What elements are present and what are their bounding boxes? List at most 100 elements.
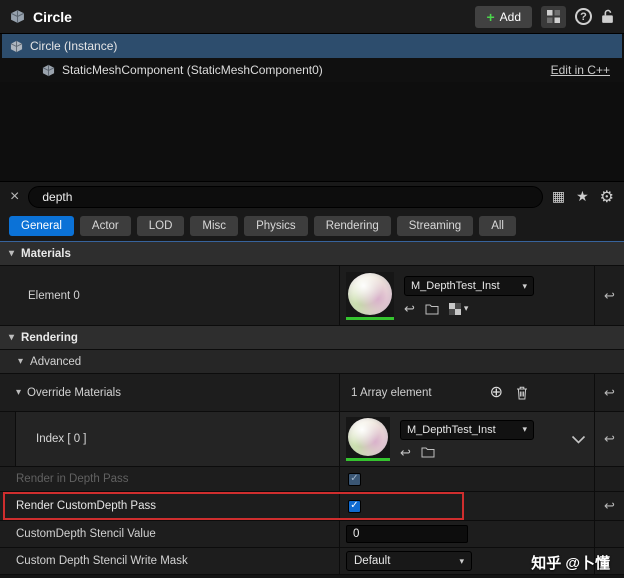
rendering-header-label: Rendering [21,331,78,344]
write-mask-label: Custom Depth Stencil Write Mask [16,555,188,567]
tab-lod[interactable]: LOD [136,216,185,236]
lock-icon[interactable] [601,9,614,24]
reset-to-default-icon[interactable]: ↩ [604,288,615,304]
array-element-count: 1 Array element [351,386,432,399]
tab-all[interactable]: All [479,216,516,236]
tab-streaming[interactable]: Streaming [396,216,474,236]
chevron-down-icon: ▾ [522,280,527,291]
write-mask-selected-value: Default [354,555,391,567]
material-element-row: Element 0 M_DepthTest_Inst ▾ ↩ ▾ ↩ [0,266,624,326]
asset-action-icons: ↩ [400,446,534,459]
advanced-subheader[interactable]: ▾ Advanced [0,350,624,374]
help-icon: ? [580,10,587,23]
render-customdepth-pass-row: Render CustomDepth Pass ✓ ↩ [0,492,624,521]
asset-column: M_DepthTest_Inst ▾ ↩ ▾ [404,276,534,315]
label-cell: CustomDepth Stencil Value [0,521,340,547]
override-materials-row: ▾ Override Materials 1 Array element ⊕ ↩ [0,374,624,412]
material-asset-dropdown[interactable]: M_DepthTest_Inst ▾ [404,276,534,296]
chevron-down-icon: ▾ [9,248,15,259]
indent-guide [0,412,16,466]
advanced-label: Advanced [30,355,82,368]
render-in-depth-pass-checkbox: ✓ [348,472,361,486]
clear-search-icon[interactable]: × [10,188,19,205]
reset-to-default-icon[interactable]: ↩ [604,385,615,401]
value-cell: M_DepthTest_Inst ▾ ↩ [340,412,595,466]
check-icon: ✓ [350,473,359,484]
element-label: Element 0 [28,289,80,302]
tree-row-staticmesh-component[interactable]: StaticMeshComponent (StaticMeshComponent… [2,58,622,82]
search-input[interactable] [28,185,543,208]
index-label: Index [ 0 ] [36,433,87,445]
reset-cell: ↩ [595,374,624,411]
tree-child-label: StaticMeshComponent (StaticMeshComponent… [62,63,323,77]
section-header-materials[interactable]: ▾ Materials [0,242,624,266]
chevron-down-icon: ▾ [522,424,527,434]
tab-actor[interactable]: Actor [79,216,131,236]
override-materials-label: Override Materials [27,386,121,399]
component-tree: Circle (Instance) StaticMeshComponent (S… [0,34,624,181]
title-bar-actions: + Add ? [475,5,614,28]
stencil-value-input[interactable] [346,525,468,543]
actor-icon [10,9,25,24]
mesh-icon [42,64,55,77]
details-list: ▾ Materials Element 0 M_DepthTest_Inst ▾ [0,241,624,575]
material-thumbnail[interactable] [346,417,390,461]
chevron-down-icon: ▾ [9,332,15,343]
materials-header-label: Materials [21,247,71,260]
settings-gear-icon[interactable]: ⚙ [600,187,614,207]
reset-cell: ↩ [595,266,624,325]
value-cell: ✓ [340,467,595,491]
filter-tabs: General Actor LOD Misc Physics Rendering… [0,211,624,241]
edit-in-cpp-link[interactable]: Edit in C++ [551,63,614,77]
tree-empty-area [0,82,624,181]
tab-rendering[interactable]: Rendering [313,216,391,236]
material-sphere-preview [348,272,392,315]
browse-asset-icon[interactable] [425,303,439,315]
override-asset-name: M_DepthTest_Inst [407,423,496,436]
element-expander-chevron-icon[interactable] [571,435,586,444]
render-customdepth-pass-checkbox[interactable]: ✓ [348,499,361,513]
reset-cell [595,467,624,491]
add-button[interactable]: + Add [475,5,532,28]
search-bar-icons: ▦ ★ ⚙ [552,187,614,207]
reset-cell [595,521,624,547]
label-cell: ▾ Override Materials [0,374,340,411]
render-in-depth-pass-row: Render in Depth Pass ✓ [0,467,624,492]
material-thumbnail[interactable] [346,271,394,320]
tab-physics[interactable]: Physics [244,216,308,236]
label-cell: Custom Depth Stencil Write Mask [0,548,340,574]
texture-picker-icon[interactable]: ▾ [448,302,469,315]
reset-to-default-icon[interactable]: ↩ [604,498,615,514]
use-selected-asset-icon[interactable]: ↩ [404,302,415,315]
use-selected-asset-icon[interactable]: ↩ [400,446,411,459]
panel-layout-icon [547,10,560,23]
browse-asset-icon[interactable] [421,446,435,458]
delete-array-icon[interactable] [516,386,528,400]
chevron-down-icon[interactable]: ▾ [0,387,21,398]
tab-misc[interactable]: Misc [190,216,239,236]
label-cell: Render CustomDepth Pass [0,492,340,520]
tree-row-actor-instance[interactable]: Circle (Instance) [2,34,622,58]
help-button[interactable]: ? [575,8,592,25]
check-icon: ✓ [350,500,359,511]
add-array-element-icon[interactable]: ⊕ [490,384,503,401]
tab-general[interactable]: General [9,216,74,236]
plus-icon: + [486,8,495,25]
chevron-down-icon: ▾ [18,356,24,367]
render-customdepth-pass-label: Render CustomDepth Pass [16,500,156,512]
section-header-rendering[interactable]: ▾ Rendering [0,326,624,350]
override-asset-dropdown[interactable]: M_DepthTest_Inst ▾ [400,419,534,440]
label-cell: Render in Depth Pass [0,467,340,491]
favorites-icon[interactable]: ★ [576,188,589,205]
value-cell: ✓ [340,492,595,520]
panel-layout-button[interactable] [541,5,566,28]
reset-cell: ↩ [595,492,624,520]
write-mask-dropdown[interactable]: Default ▾ [346,551,472,571]
material-sphere-preview [348,418,388,456]
reset-to-default-icon[interactable]: ↩ [604,431,615,447]
page-title: Circle [33,8,72,25]
display-filter-icon[interactable]: ▦ [552,188,565,205]
override-index-row: Index [ 0 ] M_DepthTest_Inst ▾ ↩ ↩ [0,412,624,467]
label-cell: Index [ 0 ] [0,412,340,466]
chevron-down-icon: ▾ [463,303,469,313]
